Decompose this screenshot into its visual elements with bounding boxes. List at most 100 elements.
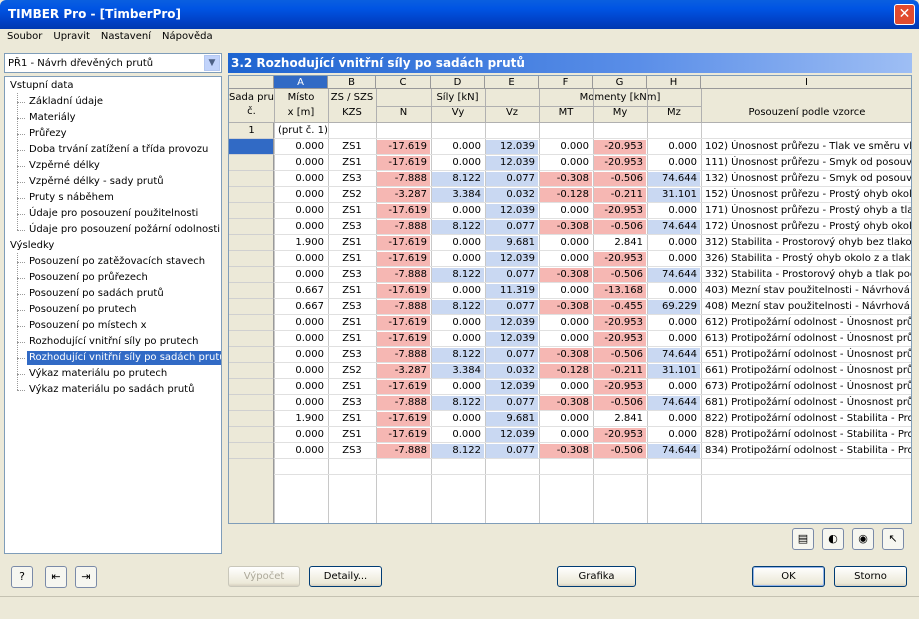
row-header[interactable] — [229, 331, 274, 347]
table-cell-vy[interactable]: 0.000 — [432, 316, 484, 330]
column-letter-h[interactable]: H — [647, 76, 701, 89]
tree-item[interactable]: Rozhodující vnitřní síly po prutech — [27, 335, 200, 349]
table-cell-vy[interactable]: 0.000 — [432, 236, 484, 250]
ok-button[interactable]: OK — [752, 566, 825, 587]
table-cell-n[interactable]: -3.287 — [377, 364, 430, 378]
table-cell-x[interactable]: 0.000 — [275, 140, 327, 154]
column-letter-f[interactable]: F — [539, 76, 593, 89]
table-cell-vy[interactable]: 8.122 — [432, 300, 484, 314]
table-cell-mt[interactable]: 0.000 — [540, 156, 592, 170]
table-cell-zs[interactable]: ZS2 — [329, 188, 375, 202]
row-header[interactable] — [229, 235, 274, 251]
table-cell-my[interactable]: -0.211 — [594, 364, 646, 378]
table-cell-vy[interactable]: 0.000 — [432, 380, 484, 394]
table-cell-zs[interactable]: ZS1 — [329, 140, 375, 154]
row-header[interactable] — [229, 203, 274, 219]
table-cell-vz[interactable]: 0.077 — [486, 300, 538, 314]
tree-item[interactable]: Vzpěrné délky — [27, 159, 102, 173]
table-cell-desc[interactable]: 403) Mezní stav použitelnosti - Návrhová… — [702, 284, 911, 298]
table-cell-my[interactable]: -20.953 — [594, 332, 646, 346]
table-cell-vz[interactable]: 9.681 — [486, 236, 538, 250]
vypocet-button[interactable]: Výpočet — [228, 566, 300, 587]
table-cell-x[interactable]: 1.900 — [275, 412, 327, 426]
table-cell-my[interactable]: -0.506 — [594, 444, 646, 458]
table-cell-vz[interactable]: 12.039 — [486, 332, 538, 346]
table-cell-desc[interactable]: 612) Protipožární odolnost - Únosnost pr… — [702, 316, 911, 330]
table-cell-mz[interactable]: 74.644 — [648, 348, 700, 362]
tree-item[interactable]: Materiály — [27, 111, 78, 125]
table-cell-zs[interactable]: ZS3 — [329, 220, 375, 234]
table-cell-vz[interactable]: 0.032 — [486, 364, 538, 378]
tree-item[interactable]: Výsledky — [8, 239, 56, 253]
table-cell-vz[interactable]: 0.077 — [486, 220, 538, 234]
table-cell-vz[interactable]: 12.039 — [486, 140, 538, 154]
tree-item[interactable]: Vstupní data — [8, 79, 75, 93]
table-cell-x[interactable]: 0.000 — [275, 204, 327, 218]
table-cell-zs[interactable]: ZS3 — [329, 268, 375, 282]
tree-item[interactable]: Vzpěrné délky - sady prutů — [27, 175, 166, 189]
table-cell-desc[interactable]: 828) Protipožární odolnost - Stabilita -… — [702, 428, 911, 442]
table-cell-vz[interactable]: 12.039 — [486, 380, 538, 394]
table-cell-mt[interactable]: 0.000 — [540, 236, 592, 250]
table-cell-zs[interactable]: ZS1 — [329, 252, 375, 266]
row-header[interactable] — [229, 427, 274, 443]
table-cell-n[interactable]: -17.619 — [377, 332, 430, 346]
table-cell-mz[interactable]: 74.644 — [648, 220, 700, 234]
table-cell-mt[interactable]: 0.000 — [540, 316, 592, 330]
table-cell-my[interactable]: -0.506 — [594, 268, 646, 282]
table-cell-vz[interactable]: 0.077 — [486, 172, 538, 186]
table-cell-mz[interactable]: 31.101 — [648, 364, 700, 378]
table-cell-mz[interactable]: 74.644 — [648, 172, 700, 186]
table-cell-desc[interactable]: 111) Únosnost průřezu - Smyk od posouvaj — [702, 156, 911, 170]
table-cell-vz[interactable]: 12.039 — [486, 156, 538, 170]
table-cell-my[interactable]: -20.953 — [594, 156, 646, 170]
table-cell-vy[interactable]: 0.000 — [432, 156, 484, 170]
table-cell-my[interactable]: -0.506 — [594, 396, 646, 410]
menu-napoveda[interactable]: Nápověda — [155, 29, 217, 42]
table-cell-vy[interactable]: 8.122 — [432, 172, 484, 186]
table-cell-my[interactable]: -20.953 — [594, 140, 646, 154]
tree-item[interactable]: Posouzení po místech x — [27, 319, 149, 333]
table-cell-mt[interactable]: 0.000 — [540, 332, 592, 346]
table-cell-x[interactable]: 0.000 — [275, 332, 327, 346]
table-cell-my[interactable]: -0.211 — [594, 188, 646, 202]
table-cell-x[interactable]: 0.667 — [275, 284, 327, 298]
storno-button[interactable]: Storno — [834, 566, 907, 587]
table-cell-desc[interactable]: 834) Protipožární odolnost - Stabilita -… — [702, 444, 911, 458]
row-header[interactable] — [229, 187, 274, 203]
table-cell-vz[interactable]: 0.077 — [486, 268, 538, 282]
table-cell-mz[interactable]: 0.000 — [648, 284, 700, 298]
tree-item[interactable]: Pruty s náběhem — [27, 191, 116, 205]
table-cell-zs[interactable]: ZS1 — [329, 284, 375, 298]
table-cell-mt[interactable]: -0.308 — [540, 172, 592, 186]
tree-item[interactable]: Údaje pro posouzení požární odolnosti — [27, 223, 221, 237]
column-letter-e[interactable]: E — [485, 76, 539, 89]
table-cell-n[interactable]: -7.888 — [377, 172, 430, 186]
table-cell-n[interactable]: -17.619 — [377, 316, 430, 330]
table-cell-n[interactable]: -7.888 — [377, 444, 430, 458]
table-cell-vy[interactable]: 0.000 — [432, 252, 484, 266]
table-cell-desc[interactable]: 102) Únosnost průřezu - Tlak ve směru vl… — [702, 140, 911, 154]
table-cell-desc[interactable]: 326) Stabilita - Prostý ohyb okolo z a t… — [702, 252, 911, 266]
tree-item[interactable]: Posouzení po prutech — [27, 303, 139, 317]
tree-item[interactable]: Posouzení po sadách prutů — [27, 287, 166, 301]
table-cell-desc[interactable]: 613) Protipožární odolnost - Únosnost pr… — [702, 332, 911, 346]
table-cell-mt[interactable]: 0.000 — [540, 380, 592, 394]
table-cell-my[interactable]: -0.506 — [594, 172, 646, 186]
color-scale-icon[interactable]: ◐ — [822, 528, 844, 550]
table-cell-n[interactable]: -7.888 — [377, 268, 430, 282]
table-cell-mz[interactable]: 0.000 — [648, 236, 700, 250]
row-header[interactable] — [229, 155, 274, 171]
table-cell-mt[interactable]: -0.308 — [540, 444, 592, 458]
table-cell-x[interactable]: 0.000 — [275, 316, 327, 330]
table-cell-vy[interactable]: 8.122 — [432, 268, 484, 282]
column-letter-i[interactable]: I — [701, 76, 911, 89]
table-cell-desc[interactable]: 661) Protipožární odolnost - Únosnost pr… — [702, 364, 911, 378]
table-cell-desc[interactable]: 681) Protipožární odolnost - Únosnost pr… — [702, 396, 911, 410]
table-cell-desc[interactable]: 152) Únosnost průřezu - Prostý ohyb okol… — [702, 188, 911, 202]
table-cell-x[interactable]: 0.000 — [275, 188, 327, 202]
row-header[interactable] — [229, 363, 274, 379]
table-cell-vz[interactable]: 0.077 — [486, 348, 538, 362]
table-cell-my[interactable]: -20.953 — [594, 252, 646, 266]
table-cell-vy[interactable]: 8.122 — [432, 444, 484, 458]
